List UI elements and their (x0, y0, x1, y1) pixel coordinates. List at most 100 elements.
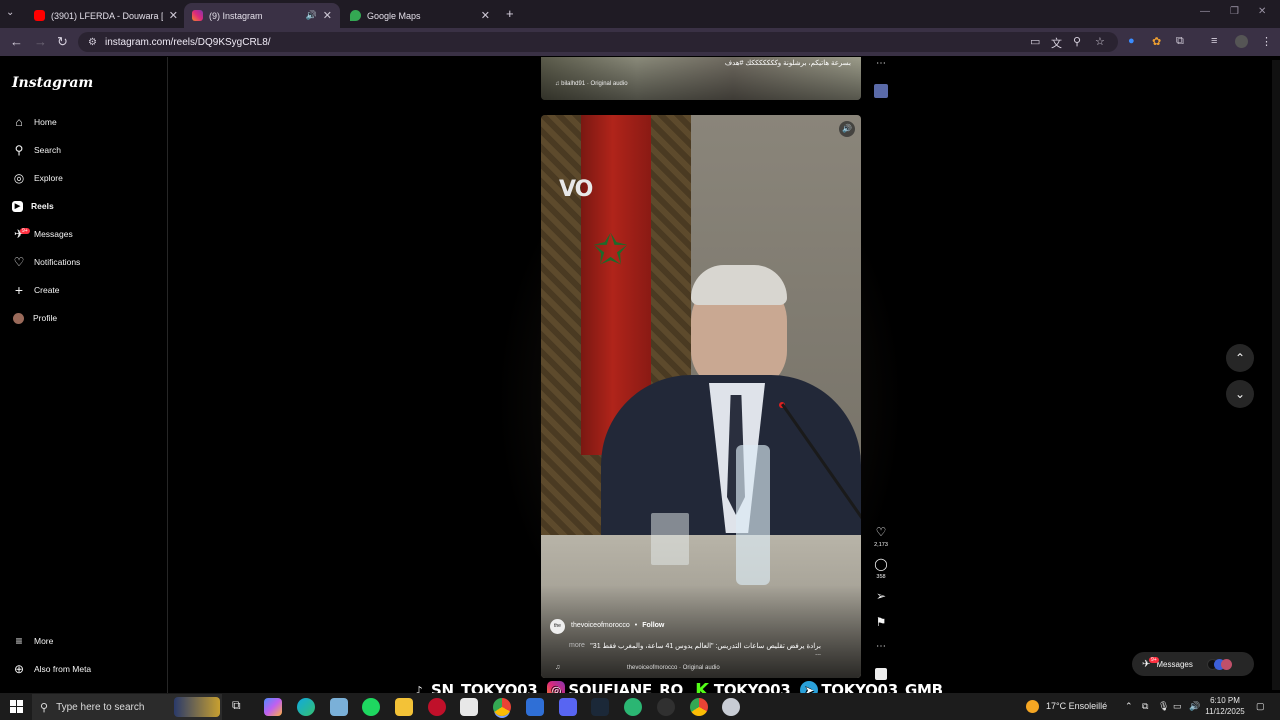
notifications-icon[interactable]: ▢ (1256, 701, 1265, 712)
steam-icon[interactable] (591, 698, 609, 716)
like-icon[interactable]: ♡ (870, 525, 892, 539)
share-icon[interactable]: ➢ (870, 589, 892, 603)
clock-time: 6:10 PM (1210, 696, 1240, 705)
nav-reels[interactable]: ▶ Reels (12, 196, 54, 216)
profile-avatar[interactable] (1235, 35, 1248, 48)
window-close-icon[interactable]: ✕ (1258, 6, 1266, 17)
address-bar[interactable]: ⚙ instagram.com/reels/DQ9KSygCRL8/ (78, 32, 1118, 52)
new-tab-button[interactable]: + (506, 6, 514, 21)
task-view-icon[interactable]: ⧉ (232, 698, 250, 716)
notification-badge: 9+ (1149, 656, 1159, 663)
next-reel-button[interactable]: ⌄ (1226, 380, 1254, 408)
close-icon[interactable]: ✕ (481, 9, 490, 22)
page-scrollbar[interactable] (1272, 60, 1280, 690)
nav-messages[interactable]: ✈ 9+ Messages (12, 224, 73, 244)
opera-icon[interactable] (428, 698, 446, 716)
dot-separator: • (634, 622, 638, 629)
nav-more[interactable]: ≡ More (12, 631, 53, 651)
previous-reel[interactable]: بسرعة هاتيكم، برشلونة وكككككككك #هدف ♫ b… (541, 57, 861, 100)
tab-search-icon[interactable]: ⌄ (6, 7, 14, 18)
app-icon[interactable] (526, 698, 544, 716)
nav-explore[interactable]: ◎ Explore (12, 168, 63, 188)
network-icon[interactable]: ▭ (1173, 701, 1182, 712)
app-icon[interactable] (722, 698, 740, 716)
instagram-logo[interactable]: Instagram (12, 75, 93, 91)
audio-thumbnail[interactable] (875, 668, 887, 680)
close-icon[interactable]: ✕ (323, 9, 332, 22)
tab-instagram[interactable]: (9) Instagram 🔊 ✕ (184, 3, 340, 28)
bookmark-star-icon[interactable]: ☆ (1095, 35, 1105, 48)
extension-shield-icon[interactable]: ● (1128, 35, 1135, 47)
cast-icon[interactable]: ▭ (1030, 35, 1040, 48)
clock[interactable]: 6:10 PM 11/12/2025 (1200, 695, 1250, 717)
obs-icon[interactable] (657, 698, 675, 716)
weather-sun-icon[interactable] (1026, 700, 1039, 713)
windows-start-icon[interactable] (10, 700, 23, 713)
author-avatar[interactable]: the (550, 619, 565, 634)
zoom-icon[interactable]: ⚲ (1073, 35, 1081, 48)
forward-icon[interactable]: → (34, 34, 47, 49)
file-explorer-icon[interactable] (395, 698, 413, 716)
weather-text[interactable]: 17°C Ensoleillé (1046, 701, 1107, 711)
save-bookmark-icon[interactable]: ⚑ (870, 615, 892, 629)
nav-label: Reels (31, 201, 54, 211)
water-glass (651, 513, 689, 565)
edge-icon[interactable] (297, 698, 315, 716)
messages-drawer-button[interactable]: ✈ 9+ Messages (1132, 652, 1254, 676)
reel-caption-row: more برادة يرفض تقليص ساعات التدريس: "ال… (569, 642, 821, 657)
more-options-icon[interactable]: ⋯ (870, 641, 892, 652)
spotify-icon[interactable] (362, 698, 380, 716)
audio-thumbnail[interactable] (874, 84, 888, 98)
chrome-icon[interactable] (690, 698, 708, 716)
tab-google-maps[interactable]: Google Maps ✕ (342, 3, 498, 28)
author-username[interactable]: thevoiceofmorocco (571, 622, 630, 629)
copilot-icon[interactable] (264, 698, 282, 716)
nav-also-from-meta[interactable]: ⊕ Also from Meta (12, 659, 91, 679)
site-info-icon[interactable]: ⚙ (88, 37, 97, 48)
microphone-icon[interactable]: 🎙 (1158, 701, 1169, 712)
tab-title: Google Maps (367, 10, 421, 21)
tray-app-icon[interactable]: ⧉ (1142, 701, 1148, 712)
comment-icon[interactable]: ◯ (870, 557, 892, 571)
volume-icon[interactable]: 🔊 (1189, 701, 1200, 712)
maximize-icon[interactable]: ❐ (1230, 6, 1239, 17)
store-icon[interactable] (460, 698, 478, 716)
reel-video[interactable]: ✩ VO 🔊 the thevoiceofmorocco • Follow mo… (541, 115, 861, 678)
nav-label: Profile (33, 313, 58, 323)
nav-label: Also from Meta (34, 664, 92, 674)
tab-youtube[interactable]: (3901) LFERDA - Douwara [Clip ✕ (26, 3, 186, 28)
audio-label: bilalhd91 · Original audio (561, 81, 628, 87)
reload-icon[interactable]: ↻ (57, 34, 68, 50)
nav-home[interactable]: ⌂ Home (12, 112, 56, 132)
app-icon[interactable] (330, 698, 348, 716)
nav-profile[interactable]: Profile (12, 308, 57, 328)
upwork-icon[interactable] (624, 698, 642, 716)
messages-label: Messages (1156, 659, 1193, 669)
discord-icon[interactable] (559, 698, 577, 716)
previous-reel-button[interactable]: ⌃ (1226, 344, 1254, 372)
reel-audio-label[interactable]: thevoiceofmorocco · Original audio (627, 665, 720, 671)
caption-more[interactable]: more (569, 642, 585, 657)
tab-title: (3901) LFERDA - Douwara [Clip (51, 10, 163, 21)
translate-icon[interactable]: 文 (1051, 35, 1062, 51)
speaker-icon[interactable]: 🔊 (306, 10, 317, 21)
media-control-icon[interactable]: ≡ (1211, 35, 1217, 47)
reel-audio[interactable]: ♫ bilalhd91 · Original audio (555, 81, 628, 87)
compass-icon: ◎ (13, 171, 25, 185)
tray-chevron-icon[interactable]: ⌃ (1125, 701, 1133, 712)
back-icon[interactable]: ← (10, 34, 23, 49)
more-options-icon[interactable]: ⋯ (870, 58, 892, 69)
nav-create[interactable]: + Create (12, 280, 60, 300)
extension-icon[interactable]: ✿ (1152, 35, 1161, 48)
kebab-menu-icon[interactable]: ⋮ (1261, 35, 1272, 48)
nav-search[interactable]: ⚲ Search (12, 140, 61, 160)
water-bottle (736, 445, 770, 585)
nav-notifications[interactable]: ♡ Notifications (12, 252, 81, 272)
chrome-icon[interactable] (493, 698, 511, 716)
sound-icon[interactable]: 🔊 (839, 121, 855, 137)
close-icon[interactable]: ✕ (169, 9, 178, 22)
minimize-icon[interactable]: — (1200, 6, 1210, 17)
extensions-puzzle-icon[interactable]: ⧉ (1176, 35, 1184, 48)
notification-badge: 9+ (20, 228, 30, 234)
follow-button[interactable]: Follow (642, 622, 664, 629)
